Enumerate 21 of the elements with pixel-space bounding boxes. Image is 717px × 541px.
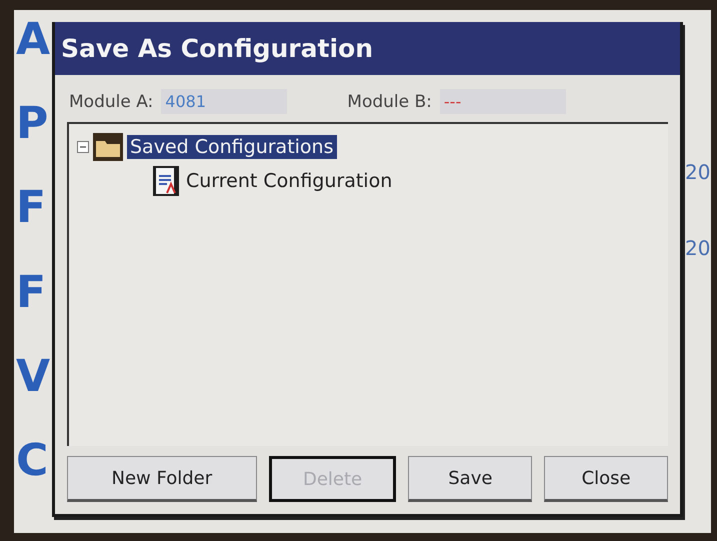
background-letter: F: [16, 186, 48, 230]
background-value: 20: [685, 160, 711, 184]
tree-item[interactable]: Saved Configurations: [127, 135, 336, 159]
folder-icon: [93, 133, 123, 161]
module-label: Module A:: [69, 92, 154, 112]
dialog-button[interactable]: New Folder: [67, 456, 257, 502]
background-letter: V: [16, 354, 52, 399]
module-value: 4081: [161, 89, 288, 114]
tree-item[interactable]: Current Configuration: [183, 169, 396, 193]
module-value: ---: [440, 89, 566, 114]
background-value: 20: [685, 236, 711, 260]
background-letter: C: [16, 438, 50, 483]
module-label: Module B:: [347, 92, 432, 112]
dialog-button[interactable]: Save: [408, 456, 532, 502]
document-icon: [153, 166, 179, 196]
dialog-button[interactable]: Close: [544, 456, 668, 502]
background-letter: A: [16, 18, 52, 62]
background-letter: F: [16, 270, 48, 315]
collapse-icon[interactable]: [77, 141, 89, 153]
background-letter: P: [16, 102, 50, 146]
dialog-title: Save As Configuration: [55, 22, 680, 75]
